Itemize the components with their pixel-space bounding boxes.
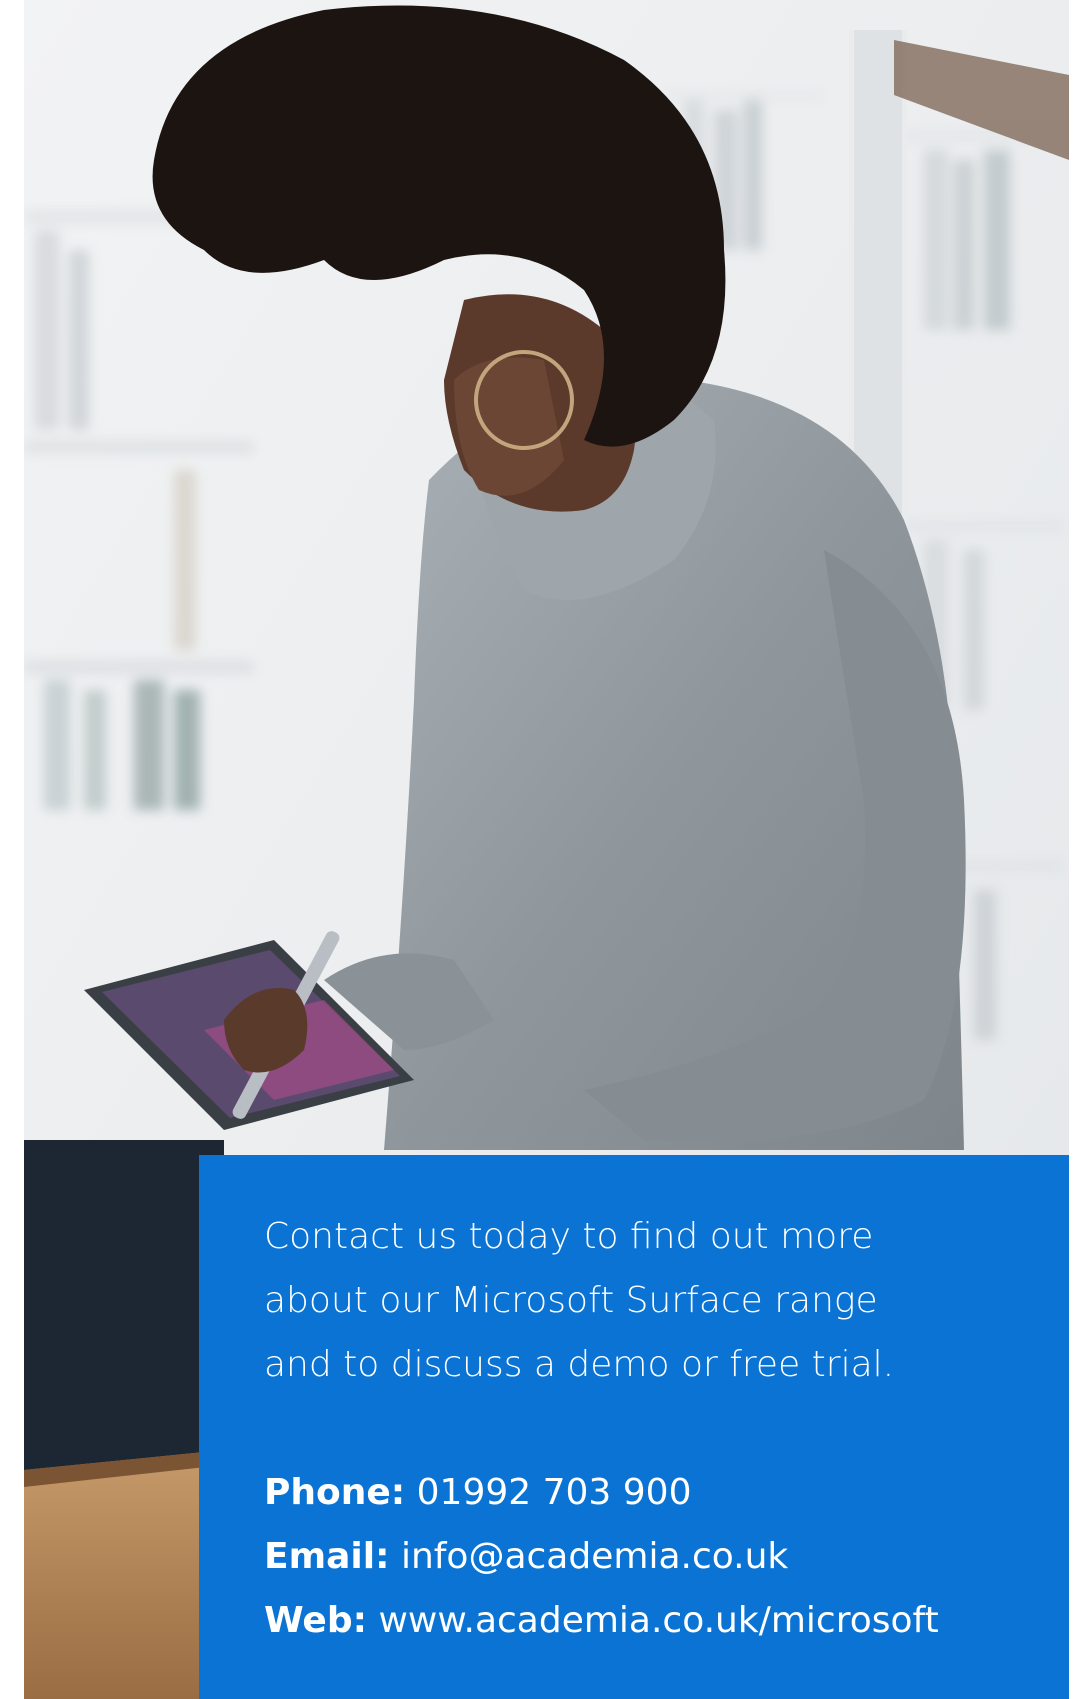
phone-row: Phone: 01992 703 900	[264, 1461, 1029, 1525]
contact-intro-line-1: Contact us today to find out more	[264, 1216, 874, 1257]
phone-label: Phone:	[264, 1472, 406, 1513]
contact-intro-line-2: about our Microsoft Surface range	[264, 1280, 878, 1321]
web-label: Web:	[264, 1600, 368, 1641]
contact-intro: Contact us today to find out more about …	[264, 1205, 1029, 1397]
email-row: Email: info@academia.co.uk	[264, 1525, 1029, 1589]
email-label: Email:	[264, 1536, 390, 1577]
contact-details: Phone: 01992 703 900 Email: info@academi…	[264, 1461, 1029, 1653]
email-value[interactable]: info@academia.co.uk	[401, 1536, 788, 1577]
contact-panel: Contact us today to find out more about …	[199, 1155, 1069, 1699]
web-value[interactable]: www.academia.co.uk/microsoft	[378, 1600, 938, 1641]
contact-intro-line-3: and to discuss a demo or free trial.	[264, 1344, 895, 1385]
web-row: Web: www.academia.co.uk/microsoft	[264, 1589, 1029, 1653]
phone-value[interactable]: 01992 703 900	[417, 1472, 692, 1513]
